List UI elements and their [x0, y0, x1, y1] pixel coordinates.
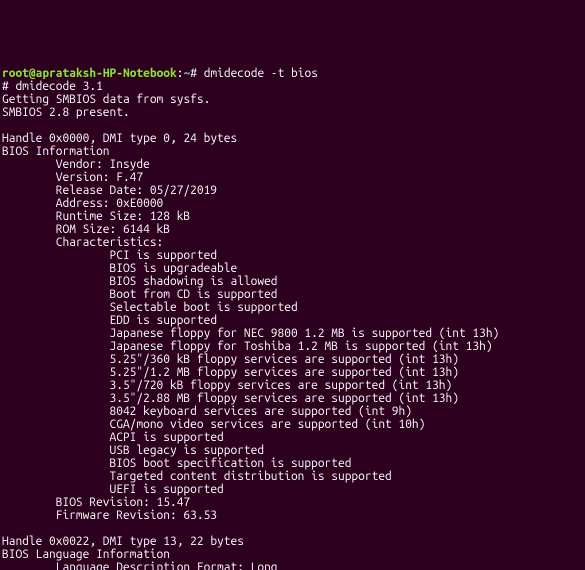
bios-characteristic-1: BIOS is upgradeable [2, 262, 237, 275]
preamble-line-2: SMBIOS 2.8 present. [2, 106, 130, 119]
bios-characteristics: PCI is supported BIOS is upgradeable BIO… [2, 249, 499, 496]
bios-characteristic-18: UEFI is supported [2, 483, 224, 496]
bios-characteristic-10: 3.5"/720 kB floppy services are supporte… [2, 379, 452, 392]
bios-field-3: Address: 0xE0000 [2, 197, 163, 210]
bios-tail-line-1: Firmware Revision: 63.53 [2, 509, 217, 522]
bios-information-title: BIOS Information [2, 145, 110, 158]
bios-characteristic-11: 3.5"/2.88 MB floppy services are support… [2, 392, 459, 405]
bios-field-6: Characteristics: [2, 236, 163, 249]
bios-field-5: ROM Size: 6144 kB [2, 223, 170, 236]
bios-characteristic-15: USB legacy is supported [2, 444, 264, 457]
bios-characteristic-12: 8042 keyboard services are supported (in… [2, 405, 412, 418]
bios-characteristic-4: Selectable boot is supported [2, 301, 298, 314]
bios-characteristic-2: BIOS shadowing is allowed [2, 275, 278, 288]
bios-characteristic-16: BIOS boot specification is supported [2, 457, 351, 470]
preamble-line-1: Getting SMBIOS data from sysfs. [2, 93, 210, 106]
bios-characteristic-6: Japanese floppy for NEC 9800 1.2 MB is s… [2, 327, 499, 340]
bios-characteristic-9: 5.25"/1.2 MB floppy services are support… [2, 366, 459, 379]
bios-field-0: Vendor: Insyde [2, 158, 150, 171]
bios-characteristic-17: Targeted content distribution is support… [2, 470, 392, 483]
prompt-at: @ [29, 67, 36, 80]
lang-fields: Language Description Format: Long Instal… [2, 561, 278, 570]
prompt-user: root [2, 67, 29, 80]
bios-characteristic-7: Japanese floppy for Toshiba 1.2 MB is su… [2, 340, 493, 353]
bios-characteristic-0: PCI is supported [2, 249, 217, 262]
handle-0022-header: Handle 0x0022, DMI type 13, 22 bytes [2, 535, 244, 548]
command-input[interactable]: dmidecode -t bios [204, 67, 318, 80]
bios-field-2: Release Date: 05/27/2019 [2, 184, 217, 197]
bios-fields: Vendor: Insyde Version: F.47 Release Dat… [2, 158, 217, 249]
preamble-block: # dmidecode 3.1 Getting SMBIOS data from… [2, 80, 210, 119]
bios-language-title: BIOS Language Information [2, 548, 170, 561]
bios-field-4: Runtime Size: 128 kB [2, 210, 190, 223]
bios-characteristic-13: CGA/mono video services are supported (i… [2, 418, 425, 431]
bios-characteristic-3: Boot from CD is supported [2, 288, 278, 301]
terminal[interactable]: root@aprataksh-HP-Notebook:~# dmidecode … [0, 65, 585, 570]
bios-tail-line-0: BIOS Revision: 15.47 [2, 496, 190, 509]
bios-field-1: Version: F.47 [2, 171, 143, 184]
bios-tail: BIOS Revision: 15.47 Firmware Revision: … [2, 496, 217, 522]
prompt-host: aprataksh-HP-Notebook [36, 67, 177, 80]
handle-0000-header: Handle 0x0000, DMI type 0, 24 bytes [2, 132, 237, 145]
prompt-line: root@aprataksh-HP-Notebook:~# dmidecode … [2, 67, 318, 80]
bios-characteristic-14: ACPI is supported [2, 431, 224, 444]
lang-field-0: Language Description Format: Long [2, 561, 278, 570]
prompt-sep: # [190, 67, 197, 80]
bios-characteristic-8: 5.25"/360 kB floppy services are support… [2, 353, 459, 366]
bios-characteristic-5: EDD is supported [2, 314, 217, 327]
preamble-line-0: # dmidecode 3.1 [2, 80, 103, 93]
